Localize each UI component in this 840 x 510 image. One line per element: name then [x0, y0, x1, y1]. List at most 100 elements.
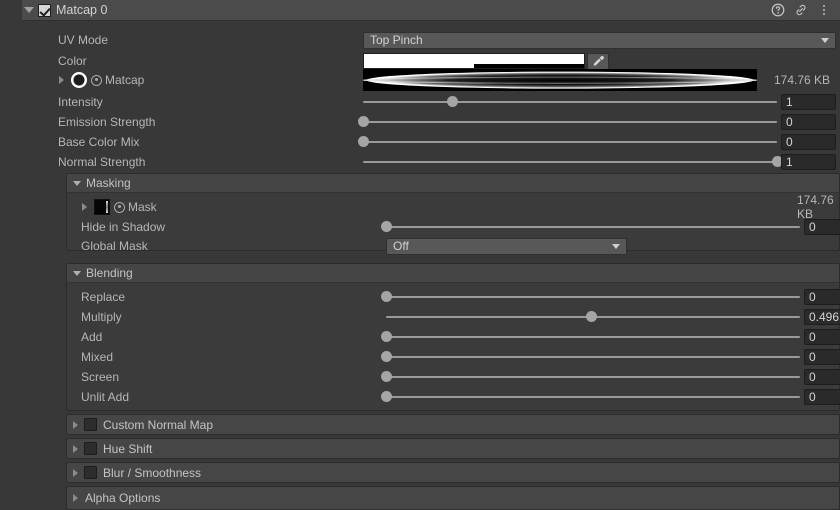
- slider-track: [386, 226, 800, 228]
- chevron-right-icon[interactable]: [59, 76, 64, 84]
- slider-track: [363, 161, 777, 163]
- chevron-down-icon: [821, 38, 829, 43]
- uv-mode-dropdown[interactable]: Top Pinch: [363, 31, 836, 49]
- hue-shift-checkbox[interactable]: [84, 442, 97, 455]
- slider-track: [386, 336, 800, 338]
- slider-thumb[interactable]: [358, 116, 369, 127]
- object-picker-icon[interactable]: [114, 201, 125, 213]
- component-foldout-toggle[interactable]: [22, 3, 36, 17]
- hide-in-shadow-value-field[interactable]: 0: [804, 219, 840, 235]
- blending-group: Blending Replace 0 Multiply 0.496 Add 0 …: [66, 263, 840, 411]
- blend-multiply-value-field[interactable]: 0.496: [804, 309, 840, 325]
- more-menu-icon[interactable]: [817, 3, 831, 17]
- row-global-mask: Global Mask Off Multiply: [67, 236, 839, 256]
- component-header[interactable]: Matcap 0: [22, 0, 840, 21]
- slider-track: [386, 356, 800, 358]
- blend-replace-label: Replace: [81, 290, 126, 304]
- row-color: Color Off: [22, 51, 840, 71]
- hide-in-shadow-label: Hide in Shadow: [81, 220, 166, 234]
- chevron-right-icon[interactable]: [73, 468, 78, 477]
- chevron-right-icon[interactable]: [73, 420, 78, 429]
- blend-screen-label: Screen: [81, 370, 120, 384]
- intensity-label: Intensity: [58, 95, 103, 109]
- slider-thumb[interactable]: [381, 291, 392, 302]
- section-custom-normal-map[interactable]: Custom Normal Map: [66, 414, 840, 435]
- blending-group-header[interactable]: Blending: [67, 264, 839, 283]
- normal-strength-value-field[interactable]: 1: [781, 154, 836, 170]
- section-alpha-options[interactable]: Alpha Options: [66, 486, 840, 510]
- blur-smoothness-label: Blur / Smoothness: [103, 465, 202, 480]
- help-icon[interactable]: [771, 3, 785, 17]
- slider-track: [363, 141, 777, 143]
- slider-thumb[interactable]: [381, 331, 392, 342]
- mask-field-left[interactable]: Mask: [82, 199, 157, 215]
- blur-smoothness-checkbox[interactable]: [84, 466, 97, 479]
- color-eyedropper-button[interactable]: [587, 52, 609, 70]
- alpha-options-label: Alpha Options: [85, 491, 161, 505]
- uv-mode-label: UV Mode: [58, 33, 109, 47]
- blend-replace-slider[interactable]: [381, 289, 800, 305]
- matcap-field-left[interactable]: Matcap: [59, 72, 144, 88]
- normal-strength-slider[interactable]: [363, 154, 783, 170]
- slider-thumb[interactable]: [358, 136, 369, 147]
- blend-mixed-value-field[interactable]: 0: [804, 349, 840, 365]
- row-mask-texture: Mask 174.76 KB: [67, 193, 839, 221]
- blend-add-value-field[interactable]: 0: [804, 329, 840, 345]
- mask-thumbnail[interactable]: [94, 199, 110, 215]
- base-color-mix-slider[interactable]: [358, 134, 777, 150]
- row-blend-replace: Replace 0: [67, 287, 840, 307]
- component-title: Matcap 0: [56, 3, 108, 17]
- row-blend-unlit-add: Unlit Add 0: [67, 387, 840, 407]
- slider-thumb[interactable]: [447, 96, 458, 107]
- slider-thumb[interactable]: [381, 391, 392, 402]
- slider-thumb[interactable]: [586, 311, 598, 322]
- section-hue-shift[interactable]: Hue Shift: [66, 438, 840, 459]
- blend-multiply-slider[interactable]: [386, 309, 800, 325]
- chevron-right-icon[interactable]: [73, 444, 78, 453]
- chevron-right-icon[interactable]: [82, 203, 87, 211]
- blend-unlit-add-label: Unlit Add: [81, 390, 130, 404]
- row-uv-mode: UV Mode Top Pinch: [22, 30, 840, 50]
- blend-unlit-add-value-field[interactable]: 0: [804, 389, 840, 405]
- header-icon-group: [771, 3, 840, 17]
- section-blur-smoothness[interactable]: Blur / Smoothness: [66, 462, 840, 483]
- inspector-panel: Matcap 0 UV Mode Top Pinch Color Matcap …: [0, 0, 840, 510]
- matcap-thumbnail[interactable]: [71, 72, 87, 88]
- emission-strength-slider[interactable]: [358, 114, 777, 130]
- component-enabled-checkbox[interactable]: [38, 3, 51, 17]
- blending-title: Blending: [86, 266, 133, 280]
- blend-replace-value-field[interactable]: 0: [804, 289, 840, 305]
- slider-thumb[interactable]: [381, 221, 392, 232]
- blend-unlit-add-slider[interactable]: [381, 389, 800, 405]
- row-normal-strength: Normal Strength 1: [22, 152, 840, 172]
- color-swatch-field[interactable]: [363, 53, 585, 69]
- custom-normal-map-checkbox[interactable]: [84, 418, 97, 431]
- blend-mixed-slider[interactable]: [381, 349, 800, 365]
- emission-strength-value-field[interactable]: 0: [781, 114, 836, 130]
- global-mask-dropdown[interactable]: Off: [386, 237, 627, 255]
- global-mask-label: Global Mask: [81, 239, 148, 253]
- slider-track: [363, 101, 777, 103]
- slider-thumb[interactable]: [381, 351, 392, 362]
- base-color-mix-value-field[interactable]: 0: [781, 134, 836, 150]
- link-icon[interactable]: [794, 3, 808, 17]
- chevron-right-icon[interactable]: [73, 494, 78, 502]
- blend-add-slider[interactable]: [381, 329, 800, 345]
- intensity-slider[interactable]: [363, 94, 777, 110]
- row-matcap-texture: Matcap 174.76 KB: [22, 69, 840, 91]
- slider-thumb[interactable]: [381, 371, 392, 382]
- blend-screen-slider[interactable]: [381, 369, 800, 385]
- row-intensity: Intensity 1: [22, 92, 840, 112]
- chevron-down-icon[interactable]: [73, 270, 81, 276]
- blend-multiply-label: Multiply: [81, 310, 122, 324]
- masking-group-header[interactable]: Masking: [67, 174, 839, 193]
- object-picker-icon[interactable]: [91, 74, 102, 86]
- emission-strength-label: Emission Strength: [58, 115, 156, 129]
- hide-in-shadow-slider[interactable]: [381, 219, 800, 235]
- row-blend-multiply: Multiply 0.496: [67, 307, 840, 327]
- intensity-value-field[interactable]: 1: [781, 94, 836, 110]
- blend-screen-value-field[interactable]: 0: [804, 369, 840, 385]
- chevron-down-icon[interactable]: [73, 180, 81, 186]
- base-color-mix-label: Base Color Mix: [58, 135, 140, 149]
- matcap-preview[interactable]: [363, 69, 757, 91]
